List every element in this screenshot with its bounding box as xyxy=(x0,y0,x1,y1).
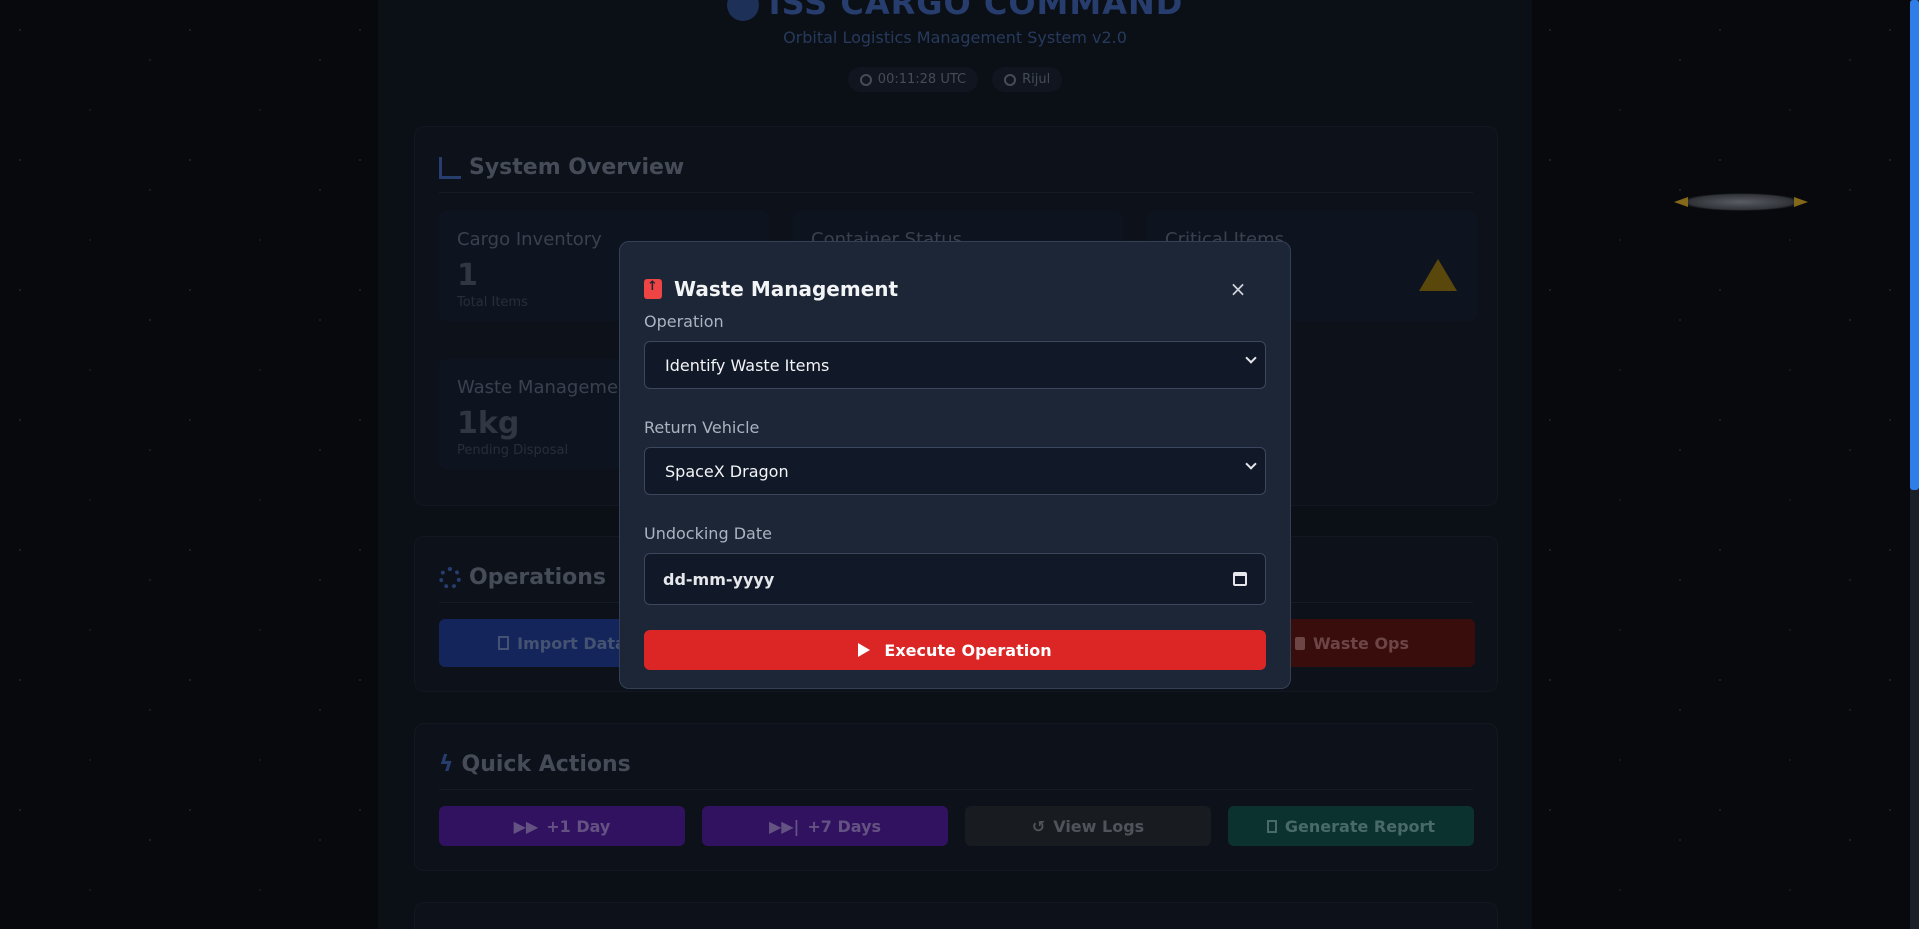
waste-management-modal: Waste Management × Operation Identify Wa… xyxy=(619,241,1291,689)
scrollbar-thumb[interactable] xyxy=(1910,0,1919,490)
chevron-down-icon xyxy=(1245,458,1257,470)
play-icon xyxy=(858,643,871,657)
execute-operation-button[interactable]: Execute Operation xyxy=(644,630,1266,670)
chevron-down-icon xyxy=(1245,352,1257,364)
return-vehicle-select[interactable]: SpaceX Dragon xyxy=(644,447,1266,495)
modal-title: Waste Management xyxy=(674,277,899,301)
date-placeholder: dd-mm-yyyy xyxy=(663,569,775,589)
return-vehicle-value: SpaceX Dragon xyxy=(665,461,789,481)
calendar-icon[interactable] xyxy=(1233,572,1247,586)
operation-select[interactable]: Identify Waste Items xyxy=(644,341,1266,389)
trash-upload-icon xyxy=(644,279,662,299)
operation-label: Operation xyxy=(644,312,724,331)
execute-operation-label: Execute Operation xyxy=(884,640,1052,660)
close-button[interactable]: × xyxy=(1210,271,1266,307)
return-vehicle-label: Return Vehicle xyxy=(644,418,760,437)
operation-value: Identify Waste Items xyxy=(665,355,830,375)
undocking-date-label: Undocking Date xyxy=(644,524,772,543)
undocking-date-input[interactable]: dd-mm-yyyy xyxy=(644,553,1266,605)
scrollbar-track[interactable] xyxy=(1910,0,1919,929)
